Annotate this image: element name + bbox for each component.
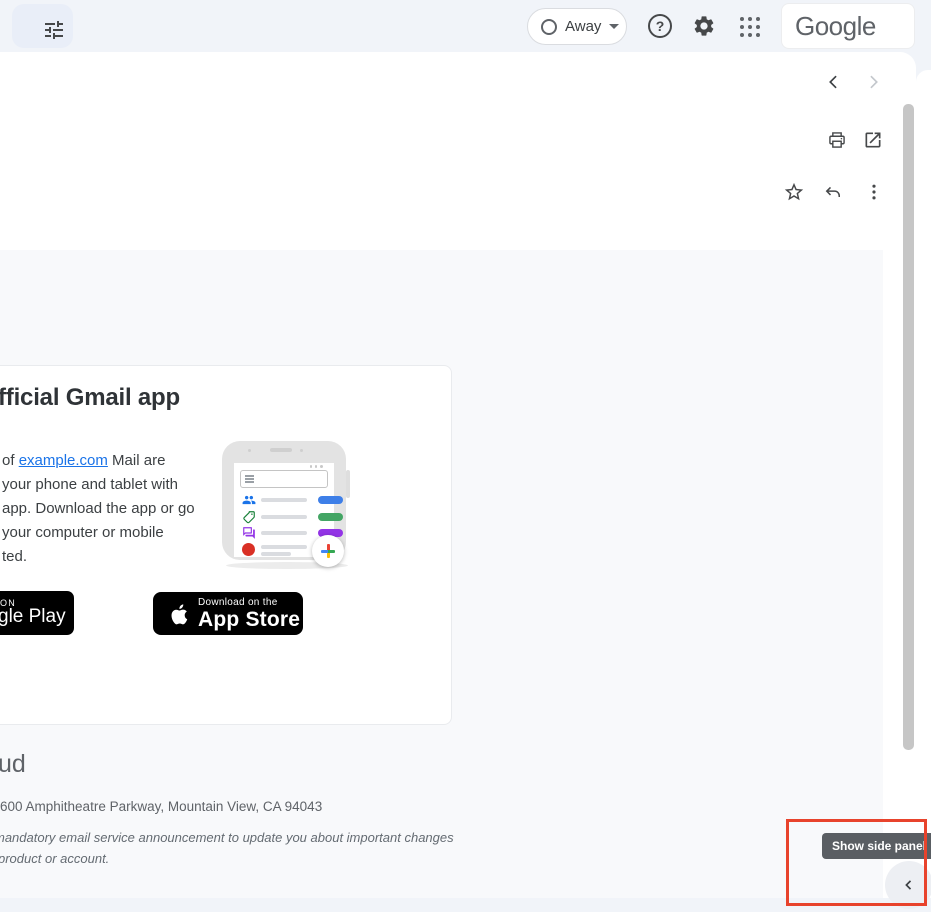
phone-side-button [346, 470, 350, 498]
star-icon[interactable] [783, 181, 805, 203]
more-vert-icon[interactable] [864, 182, 884, 202]
phone-search-bar [240, 470, 328, 488]
status-label: Away [565, 18, 601, 35]
away-status-icon [541, 19, 557, 35]
paragraph-line: of example.com Mail are [0, 449, 195, 473]
phone-speaker-dot [248, 449, 251, 452]
line1-pre: of [2, 452, 19, 469]
apps-grid-icon[interactable] [740, 17, 760, 37]
blue-pill [318, 496, 343, 504]
chevron-left-icon [900, 876, 918, 894]
status-icon [315, 465, 317, 468]
newer-conversation-button[interactable] [824, 72, 844, 92]
appstore-badge-top-text: Download on the [198, 597, 300, 608]
chevron-down-icon [609, 24, 619, 29]
compose-fab [312, 535, 344, 567]
placeholder-text-bar [261, 515, 307, 519]
gear-icon[interactable] [692, 14, 716, 38]
help-glyph: ? [656, 18, 665, 34]
open-in-new-icon[interactable] [863, 130, 883, 150]
footer-brand: ud [0, 750, 26, 779]
reply-icon[interactable] [823, 182, 843, 202]
placeholder-text-bar [261, 531, 307, 535]
search-bar-end[interactable] [12, 4, 73, 48]
footer-legal-line: mandatory email service announcement to … [0, 830, 454, 845]
placeholder-text-bar [261, 552, 291, 556]
chat-icon [242, 526, 256, 540]
app-store-badge[interactable]: Download on the App Store [153, 592, 303, 635]
print-icon[interactable] [827, 130, 847, 150]
people-icon [242, 493, 256, 507]
placeholder-text-bar [261, 545, 307, 549]
line1-post: Mail are [108, 452, 166, 469]
show-side-panel-button[interactable] [885, 861, 931, 909]
phone-speaker-bar [270, 448, 292, 452]
placeholder-text-bar [261, 498, 307, 502]
email-paragraph: of example.com Mail are your phone and t… [0, 449, 195, 569]
vertical-scrollbar[interactable] [903, 104, 914, 750]
status-icon [310, 465, 312, 468]
apple-icon [166, 602, 190, 626]
paragraph-line: ted. [0, 545, 195, 569]
show-side-panel-tooltip: Show side panel [822, 833, 931, 859]
status-chip[interactable]: Away [527, 8, 627, 45]
collapsed-side-panel [916, 70, 931, 898]
play-badge-bottom-text: gle Play [0, 606, 66, 628]
google-logo-text: Google [795, 11, 876, 42]
status-icon [320, 465, 323, 468]
phone-camera-dot [300, 449, 303, 452]
green-pill [318, 513, 343, 521]
footer-legal-line: product or account. [0, 851, 109, 866]
phone-illustration [218, 438, 354, 576]
appstore-badge-bottom-text: App Store [198, 608, 300, 631]
red-circle-icon [242, 543, 255, 556]
footer-address: 600 Amphitheatre Parkway, Mountain View,… [0, 799, 322, 814]
google-logo: Google [781, 3, 915, 49]
example-link[interactable]: example.com [19, 452, 108, 469]
email-heading: fficial Gmail app [0, 384, 180, 412]
hamburger-icon [245, 475, 254, 477]
paragraph-line: your phone and tablet with [0, 473, 195, 497]
tune-icon[interactable] [42, 18, 66, 42]
older-conversation-button[interactable] [863, 72, 883, 92]
help-icon[interactable]: ? [648, 14, 672, 38]
paragraph-line: your computer or mobile [0, 521, 195, 545]
paragraph-line: app. Download the app or go [0, 497, 195, 521]
google-play-badge[interactable]: ON gle Play [0, 591, 74, 635]
tag-icon [242, 510, 256, 524]
gmail-window: Away ? Google fficial Gmail app of examp [0, 0, 931, 912]
